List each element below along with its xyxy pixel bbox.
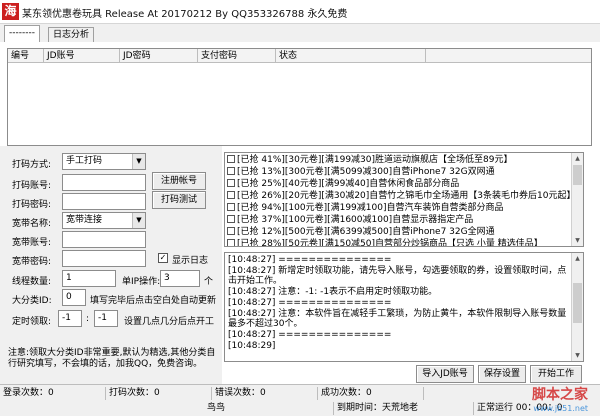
log-line: [10:48:27] =============== <box>228 298 392 308</box>
account-grid[interactable]: 编号 JD账号 JD密码 支付密码 状态 <box>7 48 592 146</box>
method-select[interactable]: 手工打码 ▼ <box>62 153 146 170</box>
single-ip-label: 单IP操作: <box>122 277 161 287</box>
status-bar: 登录次数：0 打码次数：0 错误次数：0 成功次数：0 鸟鸟 到期时间：天荒地老… <box>0 384 600 416</box>
log-box[interactable]: [10:48:27] =============== [10:48:27] 新增… <box>224 252 584 362</box>
checkbox-icon[interactable] <box>227 155 235 163</box>
coupon-item[interactable]: [已抢 13%][300元卷][满5099减300]自营iPhone7 32G双… <box>227 166 495 178</box>
log-line: [10:48:27] =============== <box>228 330 392 340</box>
coupon-item[interactable]: [已抢 12%][500元卷][满6399减500]自营iPhone7 32G全… <box>227 226 495 238</box>
scroll-thumb[interactable] <box>573 283 582 323</box>
broadband-name-select[interactable]: 宽带连接 ▼ <box>62 212 146 229</box>
broadband-account-input[interactable] <box>62 231 146 248</box>
success-count: 成功次数：0 <box>318 387 424 400</box>
coupon-item[interactable]: [已抢 37%][100元卷][满1600减100]自营显示器指定产品 <box>227 214 473 226</box>
scroll-up-icon[interactable]: ▲ <box>572 253 583 264</box>
threads-label: 线程数量: <box>12 277 52 287</box>
timer-label: 定时领取: <box>12 317 52 327</box>
grid-header: 编号 JD账号 JD密码 支付密码 状态 <box>8 49 591 63</box>
captcha-account-label: 打码账号: <box>12 181 52 191</box>
col-id[interactable]: 编号 <box>8 49 44 63</box>
register-button[interactable]: 注册帐号 <box>152 172 206 190</box>
timer-minute-input[interactable]: -1 <box>94 310 118 327</box>
coupon-scrollbar[interactable]: ▲ ▼ <box>571 153 583 246</box>
app-icon: 海 <box>2 3 19 20</box>
captcha-test-button[interactable]: 打码测试 <box>152 191 206 209</box>
coupon-item[interactable]: [已抢 28%][50元卷][满150减50]自营部分炒锅商品【只选 小量 精选… <box>227 238 543 246</box>
captcha-password-input[interactable] <box>62 193 146 210</box>
category-hint: 填写完毕后点击空白处自动更新 <box>90 296 217 306</box>
log-line: [10:48:29] <box>228 341 276 351</box>
log-line: [10:48:27] 注意：本软件旨在减轻手工繁琐，为防止黄牛，本软件限制导入账… <box>228 309 567 329</box>
chevron-down-icon: ▼ <box>132 154 145 169</box>
captcha-account-input[interactable] <box>62 174 146 191</box>
col-status[interactable]: 状态 <box>276 49 426 63</box>
category-label: 大分类ID: <box>12 296 52 306</box>
save-settings-button[interactable]: 保存设置 <box>478 365 526 383</box>
checkbox-icon[interactable] <box>227 239 235 246</box>
log-scrollbar[interactable]: ▲ ▼ <box>571 253 583 361</box>
checkbox-icon[interactable] <box>227 215 235 223</box>
timer-colon: : <box>86 314 90 324</box>
log-line: [10:48:27] =============== <box>228 255 392 265</box>
scroll-down-icon[interactable]: ▼ <box>572 350 583 361</box>
single-ip-unit: 个 <box>204 277 214 287</box>
expire-time: 到期时间：天荒地老 <box>334 402 474 415</box>
method-label: 打码方式: <box>12 160 52 170</box>
coupon-item[interactable]: [已抢 25%][40元卷][满99减40]自营休闲食品部分商品 <box>227 178 459 190</box>
coupon-item[interactable]: [已抢 94%][100元卷][满199减100]自营汽车装饰自营类部分商品 <box>227 202 503 214</box>
threads-input[interactable]: 1 <box>62 270 116 287</box>
tab-strip: -------- 日志分析 <box>0 24 600 42</box>
checkbox-icon[interactable] <box>227 203 235 211</box>
coupon-item[interactable]: [已抢 41%][30元卷][满199减30]胜道运动旗舰店【全场低至89元】 <box>227 154 512 166</box>
coupon-item[interactable]: [已抢 26%][20元卷][满30减20]自营竹之锦毛巾全场通用【3条装毛巾券… <box>227 190 575 202</box>
chevron-down-icon: ▼ <box>132 213 145 228</box>
login-count: 登录次数：0 <box>0 387 106 400</box>
checkbox-icon[interactable] <box>227 179 235 187</box>
timer-hour-input[interactable]: -1 <box>58 310 82 327</box>
checkbox-icon[interactable] <box>227 191 235 199</box>
col-jd-password[interactable]: JD密码 <box>120 49 198 63</box>
error-count: 错误次数：0 <box>212 387 318 400</box>
show-log-label: 显示日志 <box>172 256 209 266</box>
import-jd-account-button[interactable]: 导入JD账号 <box>416 365 474 383</box>
tab-log-analysis[interactable]: 日志分析 <box>48 27 95 42</box>
broadband-name-label: 宽带名称: <box>12 219 52 229</box>
category-input[interactable]: 0 <box>62 289 86 306</box>
timer-hint: 设置几点几分后点开工 <box>124 317 215 327</box>
captcha-password-label: 打码密码: <box>12 200 52 210</box>
show-log-checkbox[interactable]: ✓ <box>158 253 168 263</box>
scroll-up-icon[interactable]: ▲ <box>572 153 583 164</box>
start-work-button[interactable]: 开始工作 <box>530 365 582 383</box>
tab-main[interactable]: -------- <box>4 25 40 42</box>
col-pay-password[interactable]: 支付密码 <box>198 49 276 63</box>
scroll-down-icon[interactable]: ▼ <box>572 235 583 246</box>
watermark-url: www.jb51.net <box>533 404 588 413</box>
title-bar: 海 某东领优惠卷玩具 Release At 20170212 By QQ3533… <box>0 0 600 24</box>
log-line: [10:48:27] 注意：-1: -1表示不启用定时领取功能。 <box>228 287 438 297</box>
scroll-thumb[interactable] <box>573 165 582 185</box>
single-ip-input[interactable]: 3 <box>160 270 200 287</box>
broadband-account-label: 宽带账号: <box>12 238 52 248</box>
col-jd-account[interactable]: JD账号 <box>44 49 120 63</box>
checkbox-icon[interactable] <box>227 227 235 235</box>
notice-text: 注意:领取大分类ID非常重要,默认为精选,其他分类自行研究填写，不会填的话，加我… <box>8 348 216 369</box>
checkbox-icon[interactable] <box>227 167 235 175</box>
broadband-password-input[interactable] <box>62 250 146 267</box>
broadband-password-label: 宽带密码: <box>12 257 52 267</box>
bottom-center-text: 鸟鸟 <box>204 402 334 415</box>
log-line: [10:48:27] 新增定时领取功能，请先导入账号，勾选要领取的券，设置领取时… <box>228 266 567 286</box>
coupon-list[interactable]: [已抢 41%][30元卷][满199减30]胜道运动旗舰店【全场低至89元】 … <box>224 152 584 247</box>
window-title: 某东领优惠卷玩具 Release At 20170212 By QQ353326… <box>22 9 348 20</box>
captcha-count: 打码次数：0 <box>106 387 212 400</box>
